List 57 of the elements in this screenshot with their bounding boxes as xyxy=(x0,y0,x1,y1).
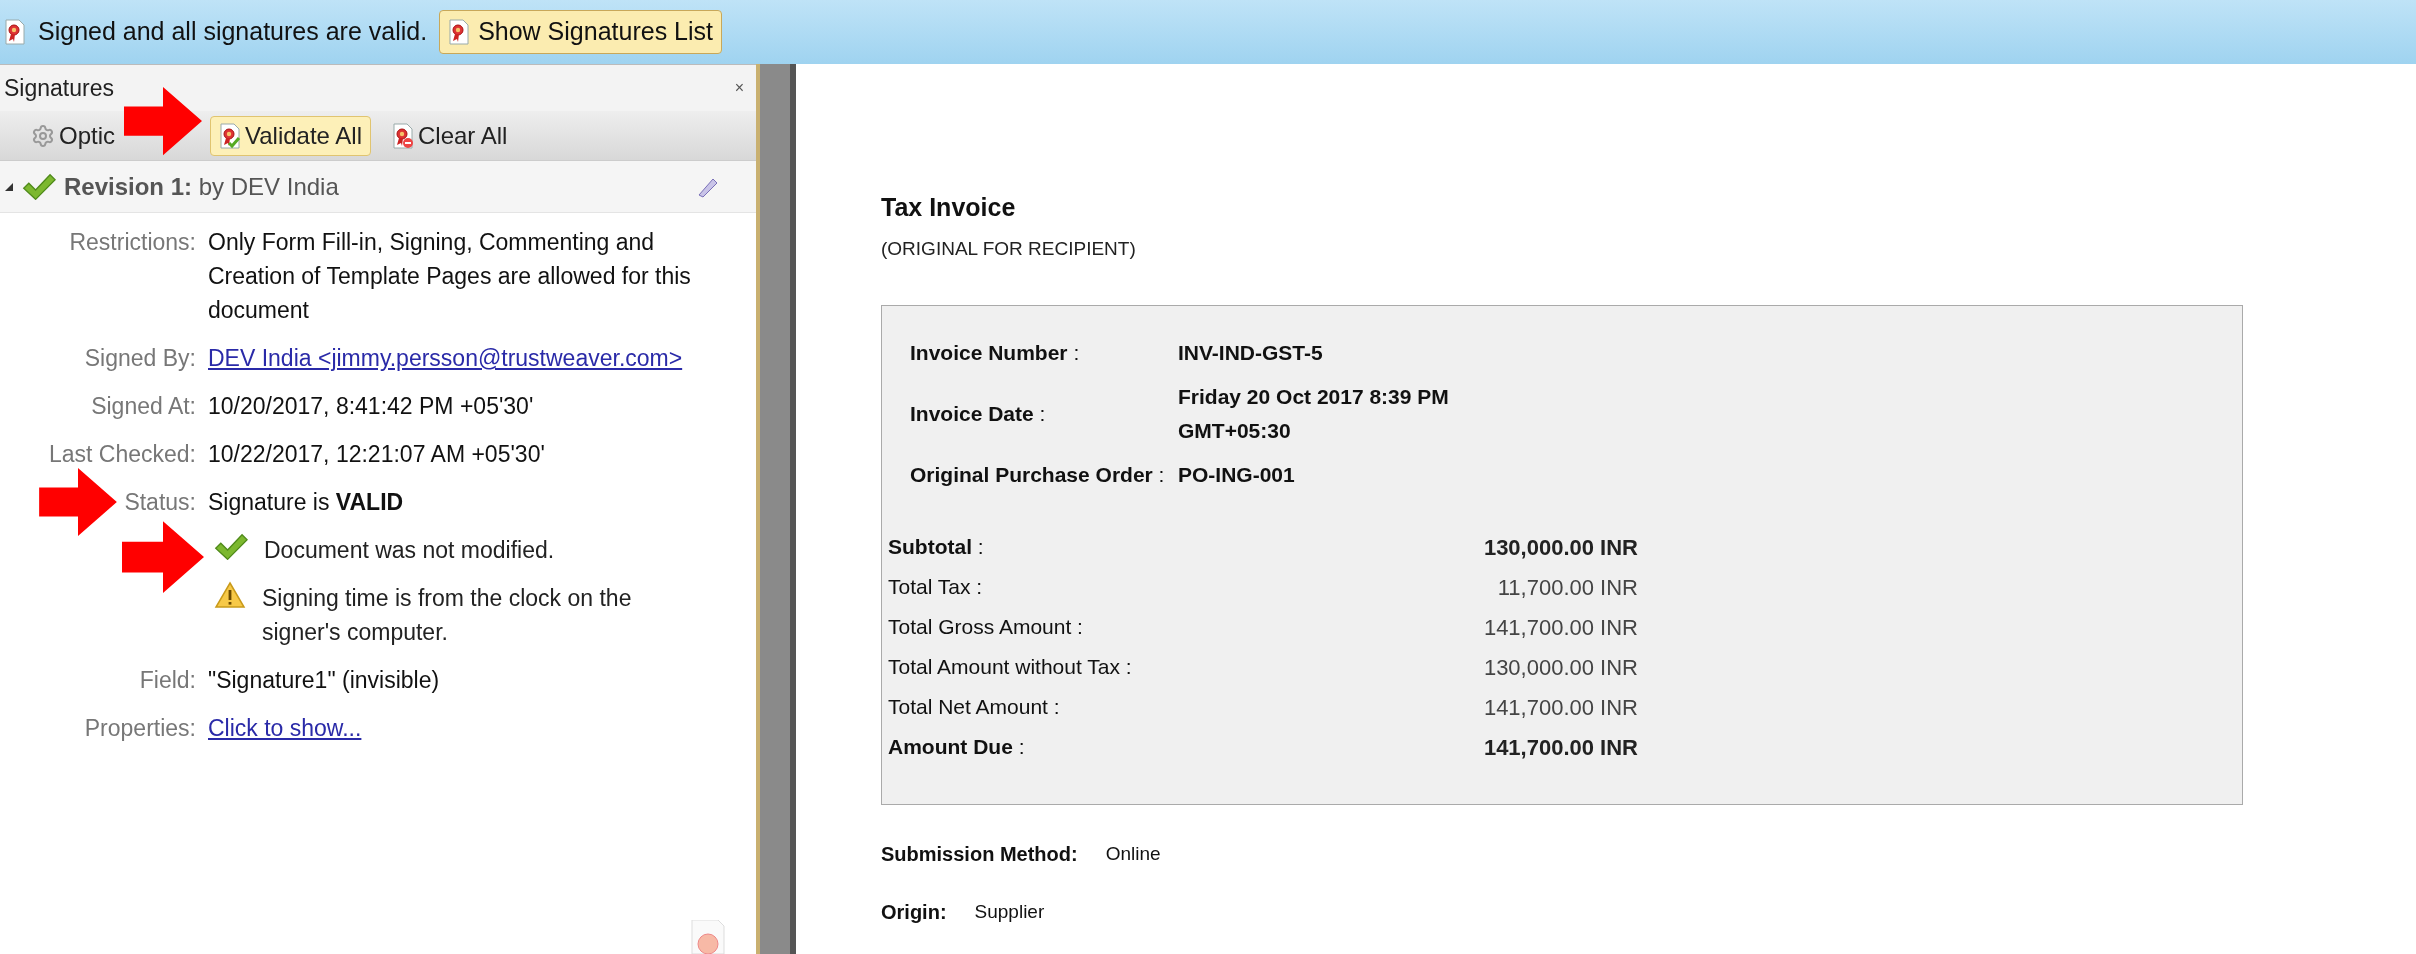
notification-message: Signed and all signatures are valid. xyxy=(38,16,428,48)
total-amount: 141,700.00 INR xyxy=(1482,693,1638,722)
detail-label: Properties: xyxy=(83,714,196,743)
total-label: Total Amount without Tax : xyxy=(888,654,1133,681)
detail-value: Signature is VALID xyxy=(208,488,405,517)
detail-link[interactable]: DEV India <jimmy.persson@trustweaver.com> xyxy=(208,341,683,375)
field-label: Invoice Date : xyxy=(910,401,1047,428)
detail-label: Status: xyxy=(123,488,196,517)
show-signatures-button[interactable]: Show Signatures List xyxy=(439,10,722,54)
detail-value: "Signature1" (invisible) xyxy=(208,666,441,695)
field-value: Friday 20 Oct 2017 8:39 PM GMT+05:30 xyxy=(1178,384,1450,444)
field-label: Original Purchase Order : xyxy=(910,462,1166,489)
warning-message: Signing time is from the clock on the signer's computer. xyxy=(262,584,633,647)
total-amount: 141,700.00 INR xyxy=(1482,733,1638,762)
document-title: Tax Invoice xyxy=(881,192,1017,223)
close-button[interactable]: × xyxy=(726,76,752,100)
certificate-icon xyxy=(4,19,26,45)
check-message: Document was not modified. xyxy=(264,536,555,565)
total-amount: 130,000.00 INR xyxy=(1482,653,1638,682)
total-label: Total Net Amount : xyxy=(888,694,1061,721)
detail-label: Signed At: xyxy=(90,392,196,421)
detail-label: Field: xyxy=(138,666,196,695)
total-label: Total Tax : xyxy=(888,574,984,601)
arrow-icon xyxy=(124,86,202,156)
total-amount: 141,700.00 INR xyxy=(1482,613,1638,642)
toolbar-button[interactable]: Validate All xyxy=(210,115,371,156)
total-label: Total Gross Amount : xyxy=(888,614,1084,641)
panel-title: Signatures xyxy=(4,73,114,103)
total-label: Amount Due : xyxy=(888,734,1026,761)
footer-label: Origin: xyxy=(881,900,947,925)
field-value: PO-ING-001 xyxy=(1178,462,1296,488)
detail-label: Last Checked: xyxy=(47,440,196,469)
detail-link[interactable]: Click to show... xyxy=(208,711,362,745)
document-subtitle: (ORIGINAL FOR RECIPIENT) xyxy=(881,236,1137,261)
total-amount: 11,700.00 INR xyxy=(1496,573,1638,602)
footer-label: Submission Method: xyxy=(881,842,1078,867)
field-value: INV-IND-GST-5 xyxy=(1178,340,1324,366)
warning-icon xyxy=(214,581,246,609)
detail-label: Restrictions: xyxy=(68,228,196,257)
field-label: Invoice Number : xyxy=(910,340,1081,367)
toolbar-button[interactable]: Clear All xyxy=(383,115,517,156)
total-amount: 130,000.00 INR xyxy=(1482,533,1638,562)
footer-value: Online xyxy=(1105,841,1161,866)
arrow-icon xyxy=(122,521,204,593)
detail-value: Only Form Fill-in, Signing, Commenting and Creation of Template Pages are allowed for this document xyxy=(208,228,692,325)
total-label: Subtotal : xyxy=(888,534,985,561)
detail-value: 10/20/2017, 8:41:42 PM +05'30' xyxy=(208,392,535,421)
certificate-icon xyxy=(448,19,471,45)
checkmark-icon xyxy=(214,533,248,561)
toolbar-button[interactable]: Optic xyxy=(30,115,116,156)
clear-icon xyxy=(392,122,414,149)
expand-icon[interactable] xyxy=(4,181,14,192)
detail-value: 10/22/2017, 12:21:07 AM +05'30' xyxy=(208,440,546,469)
gear-icon xyxy=(31,123,55,148)
footer-value: Supplier xyxy=(974,899,1045,924)
detail-label: Signed By: xyxy=(83,344,196,373)
validate-icon xyxy=(219,122,241,149)
